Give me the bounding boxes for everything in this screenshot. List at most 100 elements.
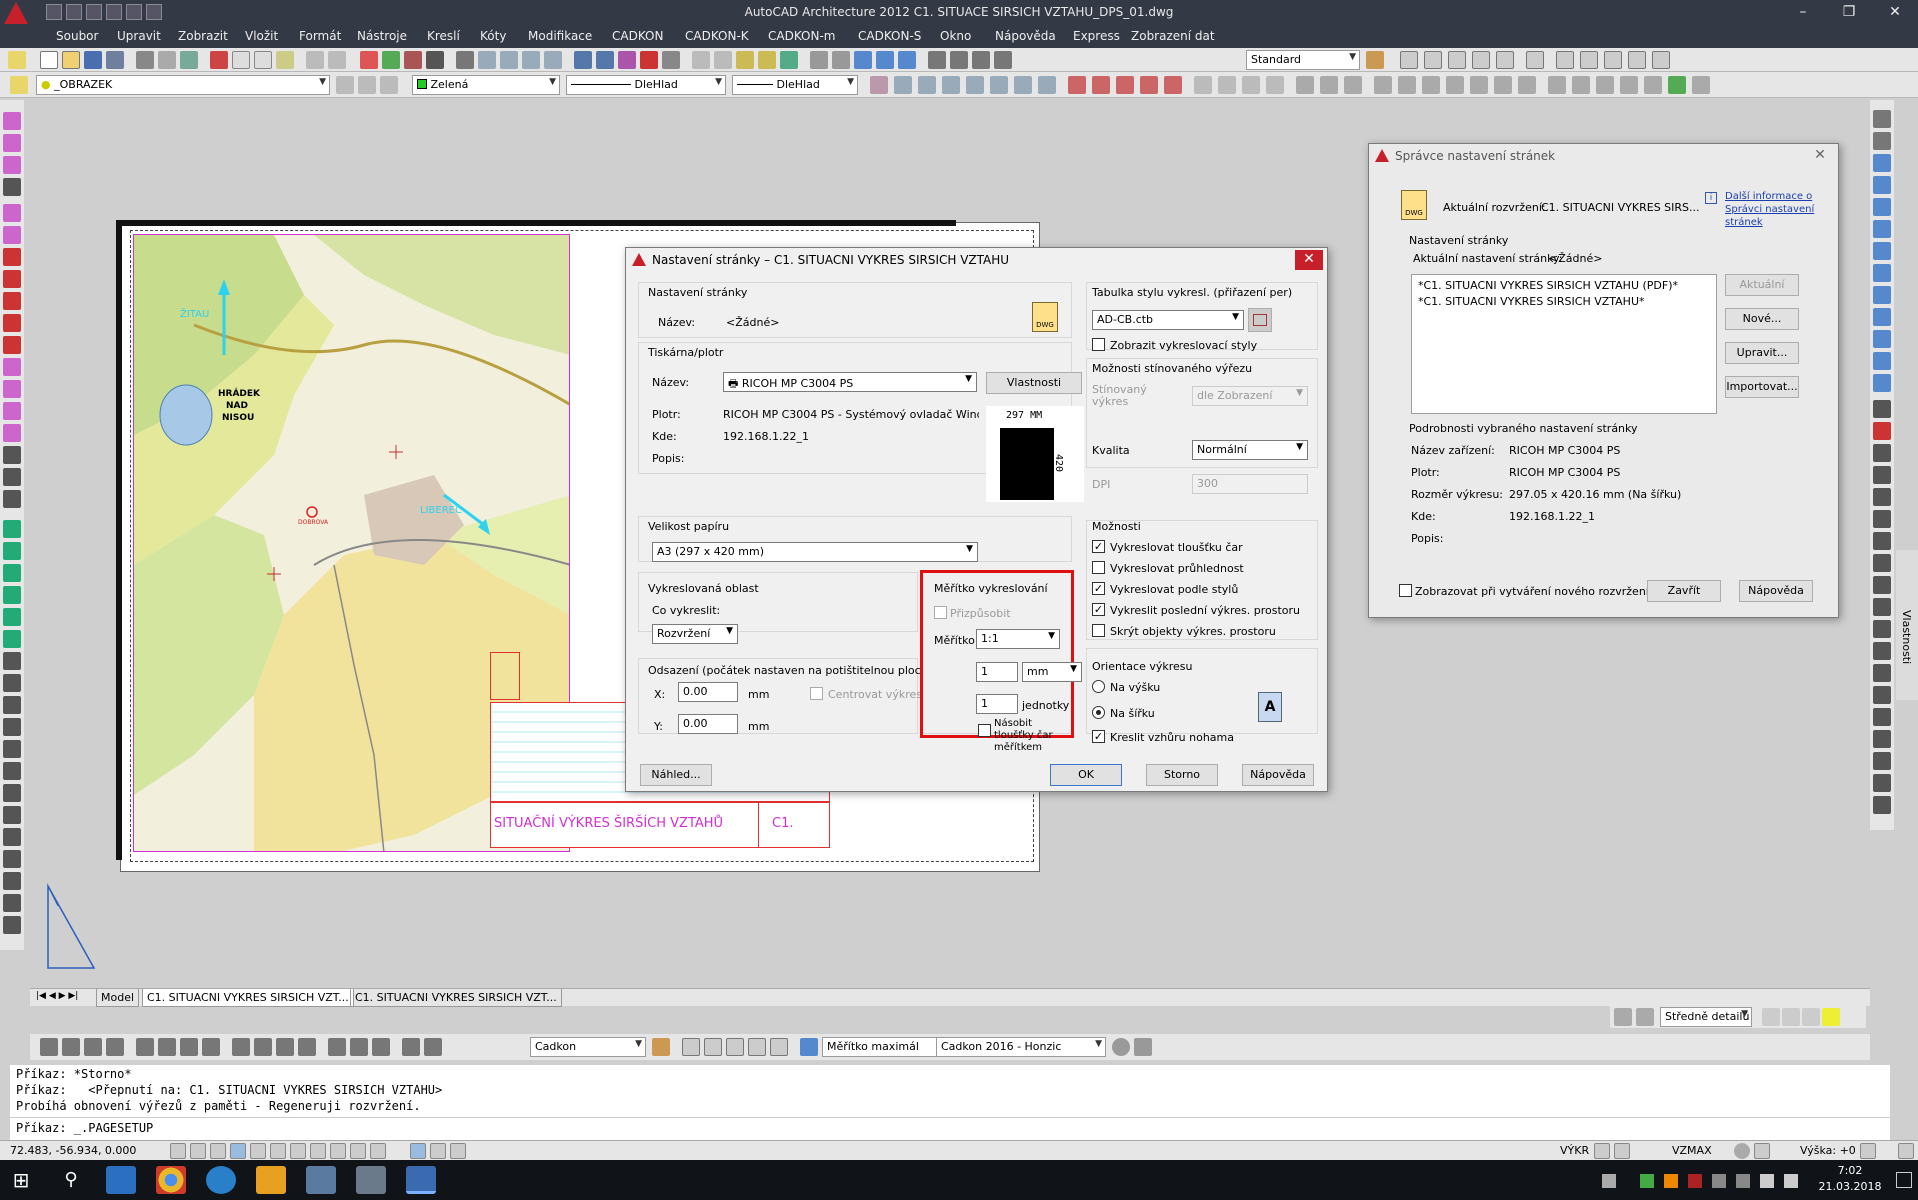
scale-lineweights-checkbox[interactable] (978, 724, 991, 737)
tool-icon[interactable] (1873, 466, 1891, 484)
tool-icon[interactable] (232, 51, 250, 69)
menu-upravit[interactable]: Upravit (117, 29, 161, 43)
tool-icon[interactable] (1754, 1143, 1770, 1159)
tool-icon[interactable] (40, 51, 58, 69)
ducs-icon[interactable] (290, 1143, 306, 1159)
offset-y-input[interactable]: 0.00 (678, 714, 738, 734)
gear-icon[interactable] (1734, 1143, 1750, 1159)
tool-icon[interactable] (210, 51, 228, 69)
coordinates-readout[interactable]: 72.483, -56.934, 0.000 (10, 1144, 136, 1157)
scale-icon[interactable] (800, 1038, 818, 1056)
tool-icon[interactable] (3, 490, 21, 508)
tool-icon[interactable] (748, 1038, 766, 1056)
ok-button[interactable]: OK (1050, 764, 1122, 786)
tool-icon[interactable] (832, 51, 850, 69)
tool-icon[interactable] (1116, 76, 1134, 94)
tool-icon[interactable] (3, 674, 21, 692)
tool-icon[interactable] (1873, 132, 1891, 150)
cancel-button[interactable]: Storno (1146, 764, 1218, 786)
tool-icon[interactable] (1092, 76, 1110, 94)
tool-icon[interactable] (640, 51, 658, 69)
tool-icon[interactable] (1802, 1008, 1820, 1026)
tool-icon[interactable] (276, 1038, 294, 1056)
tool-icon[interactable] (994, 51, 1012, 69)
search-icon[interactable]: ⚲ (56, 1166, 86, 1194)
clean-screen-icon[interactable] (1898, 1143, 1914, 1159)
snap-icon[interactable] (170, 1143, 186, 1159)
tool-icon[interactable] (1572, 76, 1590, 94)
tool-icon[interactable] (1556, 51, 1574, 69)
tool-icon[interactable] (692, 51, 710, 69)
chrome-icon[interactable] (156, 1166, 186, 1194)
scale-select[interactable]: 1:1 ▼ (976, 629, 1060, 649)
menu-napoveda[interactable]: Nápověda (995, 29, 1056, 43)
tool-icon[interactable] (736, 51, 754, 69)
tool-icon[interactable] (3, 134, 21, 152)
tool-icon[interactable] (3, 248, 21, 266)
tool-icon[interactable] (3, 226, 21, 244)
grid-icon[interactable] (190, 1143, 206, 1159)
tool-icon[interactable] (62, 51, 80, 69)
tool-icon[interactable] (3, 520, 21, 538)
tool-icon[interactable] (84, 1038, 102, 1056)
style-table-edit-button[interactable] (1248, 308, 1272, 332)
tool-icon[interactable] (306, 51, 324, 69)
tool-icon[interactable] (3, 872, 21, 890)
tool-icon[interactable] (3, 806, 21, 824)
opt-hide-objects-checkbox[interactable] (1092, 624, 1105, 637)
tool-icon[interactable] (1873, 488, 1891, 506)
tool-icon[interactable] (3, 112, 21, 130)
tool-icon[interactable] (966, 76, 984, 94)
tool-icon[interactable] (1398, 76, 1416, 94)
layer-select[interactable]: ● _OBRAZEK ▼ (36, 75, 330, 95)
portrait-radio[interactable] (1092, 680, 1105, 693)
tool-icon[interactable] (456, 51, 474, 69)
tool-icon[interactable] (1446, 76, 1464, 94)
tool-icon[interactable] (898, 51, 916, 69)
tool-icon[interactable] (1134, 1038, 1152, 1056)
tool-icon[interactable] (158, 51, 176, 69)
elevation-readout[interactable]: Výška: +0 (1800, 1144, 1856, 1157)
tool-icon[interactable] (652, 1038, 670, 1056)
tool-icon[interactable] (942, 76, 960, 94)
tool-icon[interactable] (40, 1038, 58, 1056)
lwt-icon[interactable] (330, 1143, 346, 1159)
tool-icon[interactable] (254, 1038, 272, 1056)
tool-icon[interactable] (1470, 76, 1488, 94)
tool-icon[interactable] (1580, 51, 1598, 69)
tab-model[interactable]: Model (96, 989, 140, 1007)
tool-icon[interactable] (382, 51, 400, 69)
scale-units-input[interactable]: 1 (976, 694, 1018, 714)
tool-icon[interactable] (714, 51, 732, 69)
tool-icon[interactable] (3, 156, 21, 174)
tool-icon[interactable] (426, 51, 444, 69)
tool-icon[interactable] (350, 1038, 368, 1056)
maximize-viewport-toggle[interactable]: VZMAX (1672, 1144, 1712, 1157)
tool-icon[interactable] (3, 894, 21, 912)
tool-icon[interactable] (3, 178, 21, 196)
tool-icon[interactable] (3, 740, 21, 758)
tool-icon[interactable] (1548, 76, 1566, 94)
tool-icon[interactable] (596, 51, 614, 69)
tool-icon[interactable] (1873, 532, 1891, 550)
close-icon[interactable]: ✕ (1806, 146, 1834, 166)
tool-icon[interactable] (1472, 51, 1490, 69)
tool-icon[interactable] (3, 652, 21, 670)
tool-icon[interactable] (298, 1038, 316, 1056)
tool-icon[interactable] (1873, 400, 1891, 418)
tray-icon[interactable] (1688, 1174, 1702, 1188)
tool-icon[interactable] (870, 76, 888, 94)
lineweight-select[interactable]: DleHlad ▼ (732, 75, 858, 95)
tool-icon[interactable] (1873, 510, 1891, 528)
dyn-icon[interactable] (310, 1143, 326, 1159)
tool-icon[interactable] (662, 51, 680, 69)
tool-icon[interactable] (1873, 598, 1891, 616)
tool-icon[interactable] (522, 51, 540, 69)
tool-icon[interactable] (3, 542, 21, 560)
tool-icon[interactable] (1344, 76, 1362, 94)
info-link[interactable]: Další informace o Správci nastavení strá… (1725, 190, 1825, 229)
help-button[interactable]: Nápověda (1242, 764, 1314, 786)
page-setups-list[interactable]: *C1. SITUACNI VYKRES SIRSICH VZTAHU (PDF… (1411, 274, 1717, 414)
tool-icon[interactable] (254, 51, 272, 69)
tool-icon[interactable] (758, 51, 776, 69)
